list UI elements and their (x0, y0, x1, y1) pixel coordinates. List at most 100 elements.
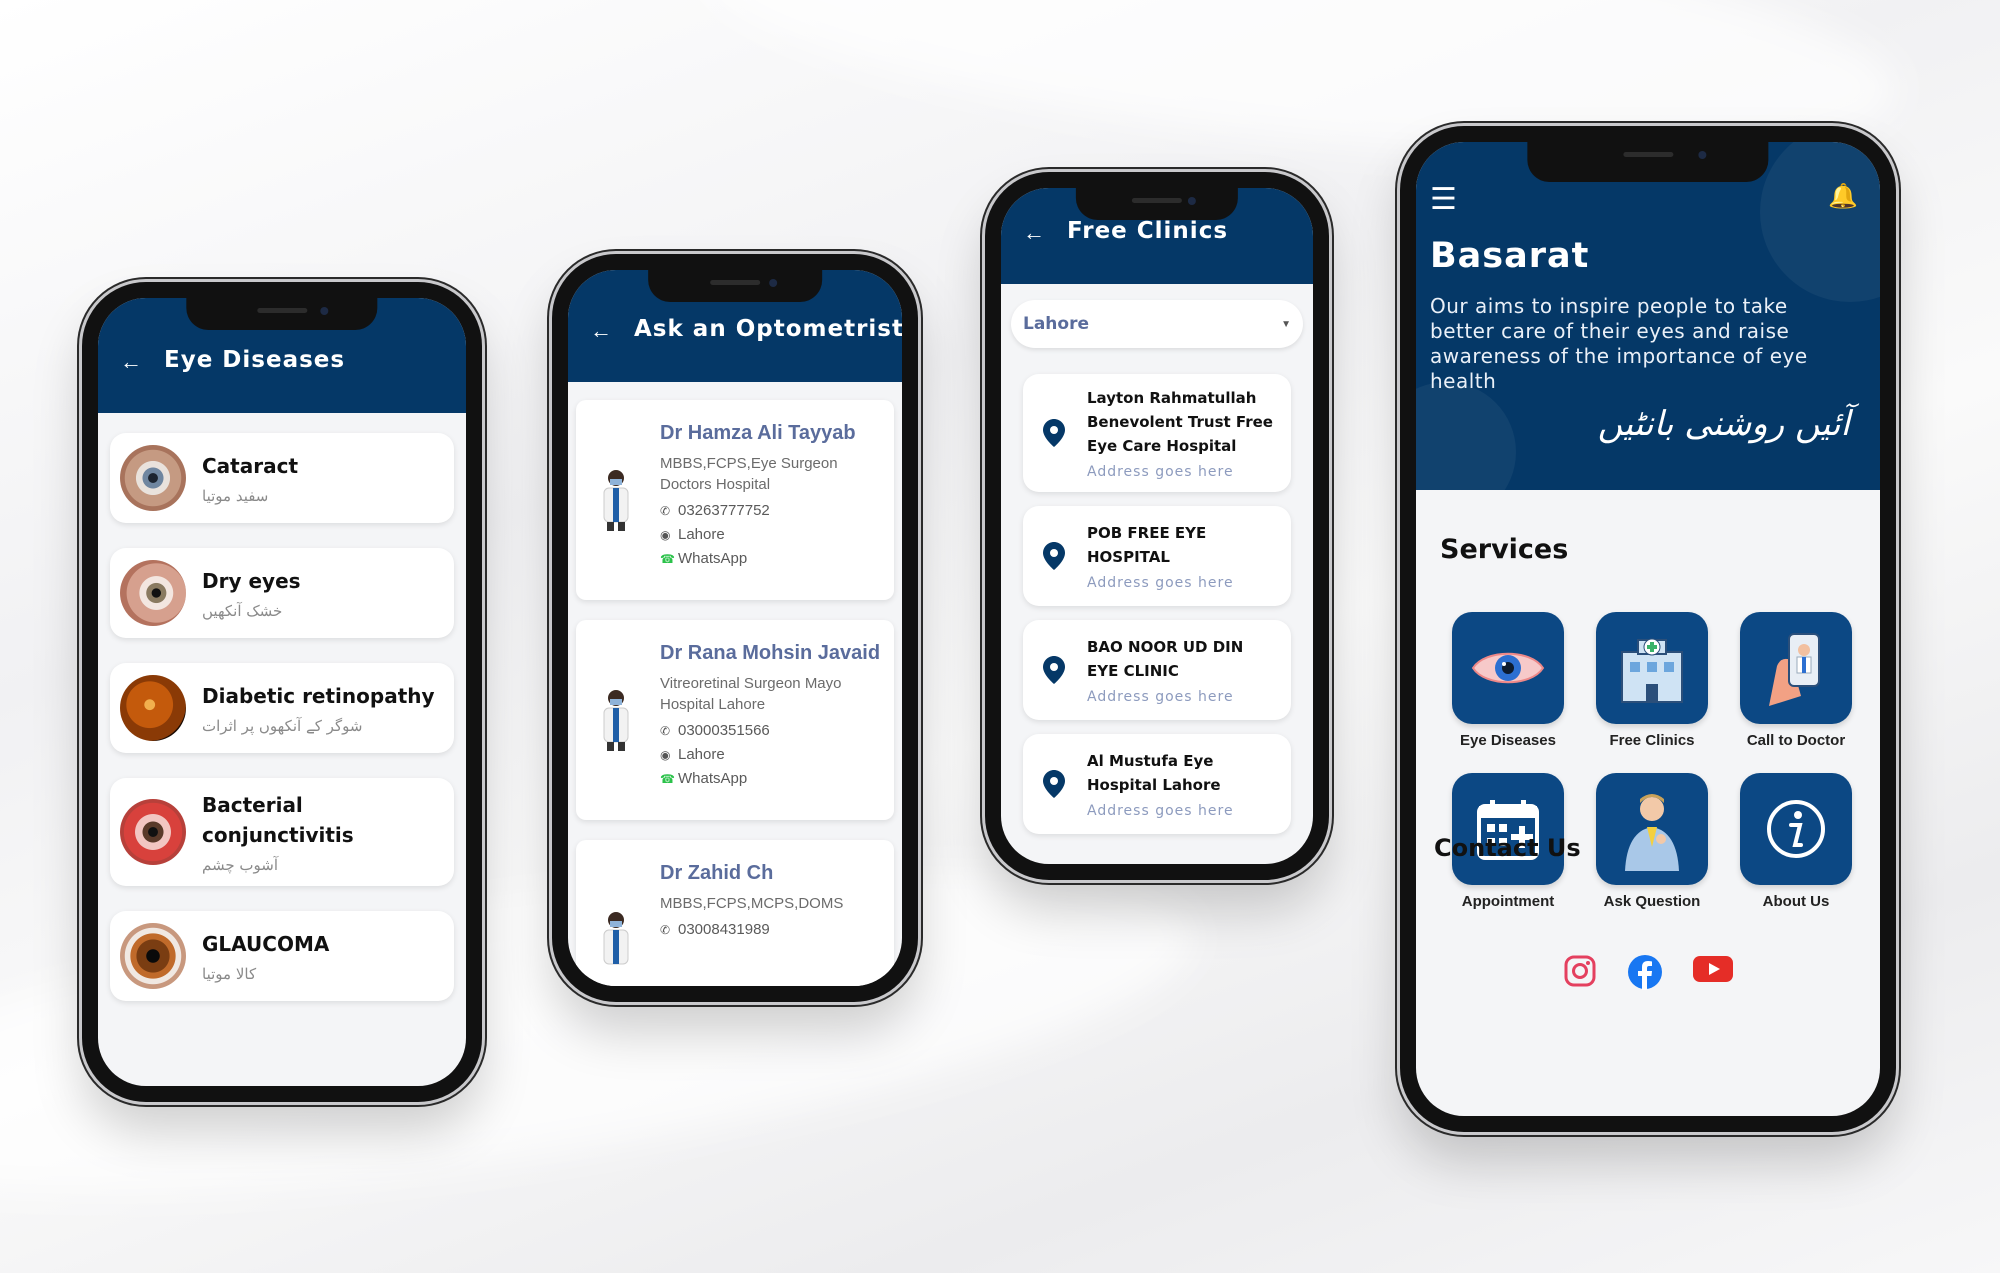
whatsapp-label: WhatsApp (678, 550, 748, 567)
service-label: Ask Question (1603, 893, 1701, 910)
disease-card-conjunctivitis[interactable]: Bacterial conjunctivitis آشوب چشم (110, 778, 454, 886)
eye-diseases-screen: ← Eye Diseases Cataract سفید موتیا Dry e… (98, 298, 466, 1086)
disease-urdu-name: خشک آنکھیں (202, 602, 283, 620)
youtube-icon[interactable] (1693, 954, 1733, 984)
doctor-card[interactable]: Dr Hamza Ali Tayyab MBBS,FCPS,Eye Surgeo… (576, 400, 894, 600)
conjunctivitis-eye-image (120, 799, 186, 865)
social-links (1416, 954, 1880, 990)
service-label: Eye Diseases (1460, 732, 1556, 749)
disease-name: Cataract (202, 454, 299, 478)
city-text: Lahore (678, 746, 725, 763)
cataract-eye-image (120, 445, 186, 511)
phone-optometrist: ← Ask an Optometrist Dr Hamza Ali Tayyab… (552, 254, 918, 1002)
hero-decoration (1416, 382, 1516, 490)
disease-urdu-name: آشوب چشم (202, 856, 279, 874)
urdu-tagline: آئیں روشنی بانٹیں (1597, 404, 1850, 444)
doctor-name: Dr Zahid Ch (660, 862, 774, 884)
hamburger-menu-icon[interactable]: ☰ (1430, 182, 1457, 217)
services-grid: Eye Diseases Free Clinics Call to Doctor… (1436, 612, 1868, 910)
doctor-whatsapp[interactable]: ☎ WhatsApp (660, 770, 882, 787)
clinic-name: Al Mustufa Eye Hospital Lahore (1087, 752, 1221, 794)
phone-home: ☰ 🔔 Basarat Our aims to inspire people t… (1400, 126, 1896, 1132)
arrow-left-icon[interactable]: ← (120, 351, 142, 373)
clinic-name: Layton Rahmatullah Benevolent Trust Free… (1087, 389, 1273, 455)
app-tagline: Our aims to inspire people to take bette… (1430, 294, 1808, 393)
thinking-person-icon (1596, 773, 1708, 885)
doctor-phone[interactable]: ✆ 03263777752 (660, 502, 882, 519)
disease-list: Cataract سفید موتیا Dry eyes خشک آنکھیں … (110, 433, 454, 1026)
service-call-doctor[interactable]: Call to Doctor (1724, 612, 1868, 749)
service-label: About Us (1762, 893, 1830, 910)
whatsapp-label: WhatsApp (678, 770, 748, 787)
service-label: Call to Doctor (1746, 732, 1846, 749)
arrow-left-icon[interactable]: ← (590, 320, 612, 342)
info-icon (1740, 773, 1852, 885)
disease-card-glaucoma[interactable]: GLAUCOMA کالا موتیا (110, 911, 454, 1001)
calendar-icon (1452, 773, 1564, 885)
retina-image (120, 675, 186, 741)
clinic-name: BAO NOOR UD DIN EYE CLINIC (1087, 638, 1244, 680)
disease-card-cataract[interactable]: Cataract سفید موتیا (110, 433, 454, 523)
city-text: Lahore (678, 526, 725, 543)
clinics-screen: ← Free Clinics Lahore ▼ Layton Rahmatull… (1001, 188, 1313, 864)
disease-name: GLAUCOMA (202, 932, 330, 956)
service-free-clinics[interactable]: Free Clinics (1580, 612, 1724, 749)
service-eye-diseases[interactable]: Eye Diseases (1436, 612, 1580, 749)
hero-banner: ☰ 🔔 Basarat Our aims to inspire people t… (1416, 142, 1880, 490)
phone-number: 03263777752 (678, 502, 770, 519)
facebook-icon[interactable] (1627, 954, 1663, 990)
hospital-icon (1596, 612, 1708, 724)
doctor-phone[interactable]: ✆ 03008431989 (660, 921, 882, 938)
doctor-whatsapp[interactable]: ☎ WhatsApp (660, 550, 882, 567)
whatsapp-icon: ☎ (660, 551, 675, 566)
phone-eye-diseases: ← Eye Diseases Cataract سفید موتیا Dry e… (82, 282, 482, 1102)
doctor-qualification: MBBS,FCPS,MCPS,DOMS (660, 895, 844, 912)
phone-free-clinics: ← Free Clinics Lahore ▼ Layton Rahmatull… (985, 172, 1329, 880)
disease-urdu-name: سفید موتیا (202, 487, 269, 505)
location-pin-icon: ◉ (660, 747, 671, 762)
clinic-card[interactable]: Layton Rahmatullah Benevolent Trust Free… (1023, 374, 1291, 492)
disease-card-diabetic-retinopathy[interactable]: Diabetic retinopathy شوگر کے آنکھوں پر ا… (110, 663, 454, 753)
doctor-avatar-icon (603, 912, 629, 965)
phone-number: 03008431989 (678, 921, 770, 938)
page-title: Free Clinics (1067, 218, 1229, 244)
clinic-address: Address goes here (1087, 689, 1234, 705)
doctor-qualification: Vitreoretinal Surgeon Mayo Hospital Laho… (660, 675, 842, 713)
contact-heading: Contact Us (1434, 834, 1581, 862)
dry-eye-image (120, 560, 186, 626)
phone-doctor-icon (1740, 612, 1852, 724)
instagram-icon[interactable] (1563, 954, 1597, 988)
doctor-name: Dr Rana Mohsin Javaid (660, 642, 881, 664)
location-pin-icon (1043, 656, 1065, 684)
doctor-card[interactable]: Dr Rana Mohsin Javaid Vitreoretinal Surg… (576, 620, 894, 820)
doctor-name: Dr Hamza Ali Tayyab (660, 422, 856, 444)
disease-card-dry-eyes[interactable]: Dry eyes خشک آنکھیں (110, 548, 454, 638)
service-ask-question[interactable]: Ask Question (1580, 773, 1724, 910)
disease-name: Bacterial conjunctivitis (202, 793, 354, 847)
city-select-value: Lahore (1023, 314, 1089, 334)
clinic-address: Address goes here (1087, 803, 1234, 819)
clinic-card[interactable]: Al Mustufa Eye Hospital Lahore Address g… (1023, 734, 1291, 834)
home-screen: ☰ 🔔 Basarat Our aims to inspire people t… (1416, 142, 1880, 1116)
services-heading: Services (1440, 534, 1569, 565)
clinic-card[interactable]: BAO NOOR UD DIN EYE CLINIC Address goes … (1023, 620, 1291, 720)
clinic-name: POB FREE EYE HOSPITAL (1087, 524, 1207, 566)
location-pin-icon (1043, 770, 1065, 798)
bell-icon[interactable]: 🔔 (1828, 182, 1858, 211)
page-title: Eye Diseases (164, 347, 346, 373)
location-pin-icon (1043, 542, 1065, 570)
doctor-card[interactable]: Dr Zahid Ch MBBS,FCPS,MCPS,DOMS ✆ 0300843… (576, 840, 894, 986)
doctor-phone[interactable]: ✆ 03000351566 (660, 722, 882, 739)
clinic-list: Layton Rahmatullah Benevolent Trust Free… (1023, 374, 1291, 848)
disease-urdu-name: شوگر کے آنکھوں پر اثرات (202, 717, 363, 735)
phone-number: 03000351566 (678, 722, 770, 739)
service-about-us[interactable]: About Us (1724, 773, 1868, 910)
optometrist-screen: ← Ask an Optometrist Dr Hamza Ali Tayyab… (568, 270, 902, 986)
city-select[interactable]: Lahore ▼ (1011, 300, 1303, 348)
disease-name: Diabetic retinopathy (202, 684, 435, 708)
doctor-list: Dr Hamza Ali Tayyab MBBS,FCPS,Eye Surgeo… (576, 400, 894, 986)
clinic-card[interactable]: POB FREE EYE HOSPITAL Address goes here (1023, 506, 1291, 606)
phone-icon: ✆ (660, 503, 671, 518)
arrow-left-icon[interactable]: ← (1023, 222, 1045, 244)
disease-urdu-name: کالا موتیا (202, 965, 257, 983)
